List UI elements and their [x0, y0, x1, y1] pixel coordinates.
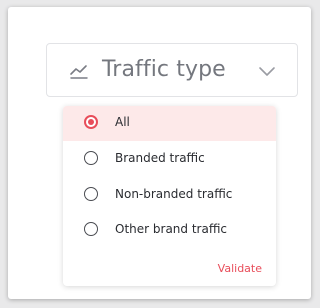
option-all[interactable]: All — [63, 106, 276, 141]
radio-button-checked[interactable] — [84, 115, 98, 129]
chevron-down-icon — [259, 67, 275, 76]
option-other-brand-traffic[interactable]: Other brand traffic — [63, 213, 276, 248]
option-label: All — [115, 115, 130, 129]
traffic-type-dropdown[interactable]: Traffic type — [46, 43, 298, 97]
radio-button[interactable] — [84, 151, 98, 165]
option-branded-traffic[interactable]: Branded traffic — [63, 142, 276, 177]
option-non-branded-traffic[interactable]: Non-branded traffic — [63, 178, 276, 213]
radio-button[interactable] — [84, 222, 98, 236]
traffic-type-menu: All Branded traffic Non-branded traffic … — [63, 106, 276, 286]
screenshot-frame: Traffic type All Branded traffic Non-bra… — [8, 7, 311, 299]
option-label: Non-branded traffic — [115, 187, 233, 201]
option-label: Branded traffic — [115, 151, 205, 165]
option-label: Other brand traffic — [115, 222, 228, 236]
dropdown-title: Traffic type — [102, 57, 226, 82]
trending-line-icon — [70, 65, 88, 79]
validate-button[interactable]: Validate — [218, 262, 262, 276]
radio-button[interactable] — [84, 187, 98, 201]
